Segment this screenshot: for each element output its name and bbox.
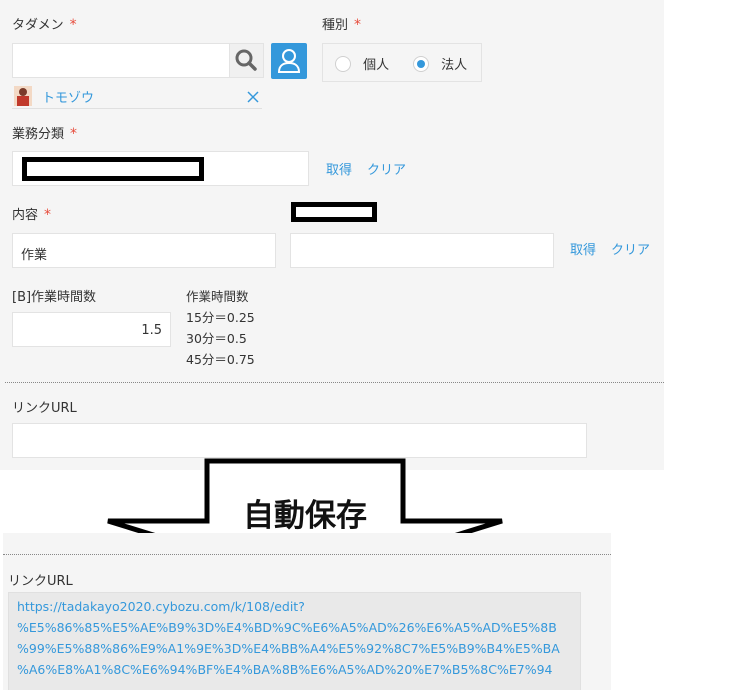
- saved-url-link[interactable]: https://tadakayo2020.cybozu.com/k/108/ed…: [9, 593, 580, 683]
- auto-save-label: 自動保存: [243, 498, 367, 534]
- url-line: %A6%E8%A1%8C%E6%94%BF%E4%BA%8B%E6%A5%AD%…: [17, 662, 553, 677]
- url-line: %99%E5%88%86%E9%A1%9E%3D%E4%BB%A4%E5%92%…: [17, 641, 560, 656]
- saved-link-url-label: リンクURL: [8, 574, 73, 589]
- url-line: https://tadakayo2020.cybozu.com/k/108/ed…: [17, 599, 305, 614]
- url-line: %E5%86%85%E5%AE%B9%3D%E4%BD%9C%E6%A5%AD%…: [17, 620, 557, 635]
- saved-link-url-box: https://tadakayo2020.cybozu.com/k/108/ed…: [8, 592, 581, 690]
- divider: [3, 554, 611, 555]
